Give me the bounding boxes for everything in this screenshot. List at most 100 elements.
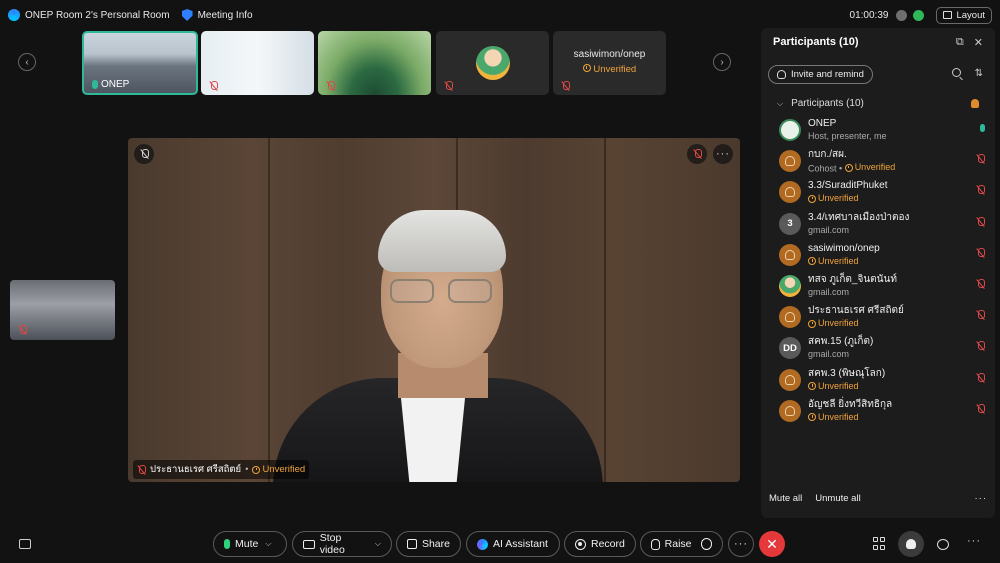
raise-label: Raise bbox=[664, 538, 692, 550]
group-label: Participants (10) bbox=[791, 98, 864, 109]
captions-icon[interactable] bbox=[19, 539, 31, 549]
room-title: ONEP Room 2's Personal Room bbox=[25, 9, 170, 21]
filmstrip-prev-button[interactable]: ‹ bbox=[18, 53, 36, 71]
participant-name: sasiwimon/onep bbox=[808, 242, 880, 254]
filmstrip-tile-onep[interactable]: ONEP bbox=[82, 31, 198, 95]
participant-row[interactable]: DD สคพ.15 (ภูเก็ต) gmail.com bbox=[779, 336, 989, 367]
title-bar: ONEP Room 2's Personal Room Meeting Info… bbox=[0, 0, 1000, 30]
record-button[interactable]: Record bbox=[564, 531, 636, 557]
participants-toggle-button[interactable] bbox=[898, 531, 924, 557]
chat-icon[interactable] bbox=[937, 539, 949, 550]
participant-avatar bbox=[779, 368, 801, 391]
participant-row[interactable]: ทสจ ภูเก็ต_จินตนันท์ gmail.com bbox=[779, 274, 989, 305]
mic-muted-icon[interactable] bbox=[976, 341, 985, 351]
participant-status: Unverified bbox=[808, 380, 885, 395]
tile-status: Unverified bbox=[553, 64, 666, 75]
participants-footer: Mute all Unmute all ··· bbox=[769, 493, 995, 504]
filmstrip-tile-sasiwimon[interactable]: sasiwimon/onep Unverified bbox=[553, 31, 666, 95]
network-status-icon[interactable] bbox=[896, 9, 908, 21]
speaker-name: ประธานธเรศ ศรีสถิตย์ bbox=[150, 464, 242, 475]
side-more-button[interactable]: ··· bbox=[967, 535, 981, 549]
more-options-button[interactable]: ··· bbox=[728, 531, 754, 557]
stop-video-label: Stop video bbox=[319, 532, 345, 556]
unmute-all-button[interactable]: Unmute all bbox=[815, 493, 860, 504]
close-icon[interactable]: ✕ bbox=[974, 36, 983, 49]
mic-muted-icon[interactable] bbox=[976, 216, 985, 227]
participant-avatar bbox=[779, 119, 801, 141]
group-muted-icon bbox=[971, 99, 979, 108]
unverified-icon bbox=[808, 319, 816, 328]
mute-all-button[interactable]: Mute all bbox=[769, 493, 802, 504]
ai-assistant-icon bbox=[477, 538, 488, 550]
ai-assistant-button[interactable]: AI Assistant bbox=[466, 531, 560, 557]
leave-meeting-button[interactable]: ✕ bbox=[759, 531, 785, 557]
mic-muted-icon[interactable] bbox=[976, 278, 985, 289]
mute-button[interactable]: Mute ⌵ bbox=[213, 531, 287, 557]
person-add-icon bbox=[777, 70, 786, 79]
participants-more-button[interactable]: ··· bbox=[975, 493, 988, 504]
speaker-name-tag: ประธานธเรศ ศรีสถิตย์ • Unverified bbox=[133, 460, 310, 479]
invite-and-remind-button[interactable]: Invite and remind bbox=[768, 65, 873, 84]
self-view[interactable] bbox=[10, 280, 115, 340]
participant-row[interactable]: 3 3.4/เทศบาลเมืองป่าตอง gmail.com bbox=[779, 212, 989, 243]
meeting-toolbar: Mute ⌵ Stop video ⌵ Share AI Assistant R… bbox=[0, 528, 1000, 560]
people-icon bbox=[906, 539, 916, 549]
sort-icon[interactable]: ⇅ bbox=[975, 68, 983, 79]
main-video-stage[interactable]: ··· ประธานธเรศ ศรีสถิตย์ • Unverified bbox=[128, 138, 740, 482]
popout-icon[interactable]: ⧉ bbox=[956, 36, 964, 49]
participant-avatar bbox=[779, 150, 801, 173]
mic-muted-icon[interactable] bbox=[976, 247, 985, 258]
participant-row[interactable]: สคพ.3 (พิษณุโลก) Unverified bbox=[779, 368, 989, 399]
share-button[interactable]: Share bbox=[396, 531, 461, 557]
camera-icon bbox=[303, 539, 315, 549]
participant-row[interactable]: ประธานธเรศ ศรีสถิตย์ Unverified bbox=[779, 305, 989, 336]
layout-label: Layout bbox=[956, 9, 985, 21]
participant-row[interactable]: อัญชลี ยิ่งทวีสิทธิกุล Unverified bbox=[779, 399, 989, 430]
stop-video-button[interactable]: Stop video ⌵ bbox=[292, 531, 392, 557]
mic-muted-icon[interactable] bbox=[976, 403, 985, 414]
filmstrip-next-button[interactable]: › bbox=[713, 53, 731, 71]
filmstrip-tile-avatar[interactable] bbox=[436, 31, 549, 95]
layout-button[interactable]: Layout bbox=[936, 6, 992, 24]
video-more-options-button[interactable]: ··· bbox=[713, 144, 733, 164]
raise-hand-button[interactable]: Raise bbox=[640, 531, 723, 557]
participant-status: Unverified bbox=[808, 317, 904, 332]
participant-row[interactable]: ONEP Host, presenter, me bbox=[779, 118, 989, 149]
apps-icon[interactable] bbox=[873, 537, 887, 551]
participants-list: ONEP Host, presenter, me กบก./สผ. Cohost… bbox=[779, 118, 989, 430]
filmstrip-tile-outdoor[interactable] bbox=[318, 31, 431, 95]
unverified-icon bbox=[808, 382, 816, 390]
participant-row[interactable]: กบก./สผ. Cohost • Unverified bbox=[779, 149, 989, 180]
participant-status: Unverified bbox=[808, 255, 880, 270]
security-status-icon[interactable] bbox=[913, 9, 925, 21]
mic-muted-icon[interactable] bbox=[976, 185, 985, 195]
filmstrip-tile-banner[interactable] bbox=[201, 31, 314, 95]
tile-name: ONEP bbox=[101, 79, 130, 90]
meeting-info-link[interactable]: Meeting Info bbox=[198, 10, 253, 21]
participants-group-header[interactable]: ⌵ Participants (10) bbox=[777, 98, 864, 109]
shield-icon[interactable] bbox=[181, 9, 193, 21]
participant-row[interactable]: sasiwimon/onep Unverified bbox=[779, 243, 989, 274]
tile-status-text: Unverified bbox=[593, 64, 637, 75]
mic-muted-icon bbox=[209, 81, 218, 91]
participant-avatar bbox=[475, 46, 510, 80]
chevron-down-icon[interactable]: ⌵ bbox=[375, 539, 381, 549]
mic-on-icon[interactable] bbox=[980, 124, 985, 132]
unverified-icon bbox=[252, 465, 261, 474]
webex-logo-icon bbox=[8, 9, 20, 21]
participant-name: 3.3/SuraditPhuket bbox=[808, 180, 888, 192]
mic-muted-icon[interactable] bbox=[976, 372, 985, 383]
chevron-down-icon[interactable]: ⌵ bbox=[265, 539, 271, 549]
participant-avatar: 3 bbox=[779, 212, 801, 235]
participant-name: อัญชลี ยิ่งทวีสิทธิกุล bbox=[808, 398, 893, 410]
participant-avatar bbox=[779, 274, 801, 297]
mic-muted-icon[interactable] bbox=[976, 310, 985, 320]
search-icon[interactable] bbox=[951, 68, 961, 77]
mute-label: Mute bbox=[235, 538, 259, 550]
participant-name: 3.4/เทศบาลเมืองป่าตอง bbox=[808, 211, 910, 223]
reactions-icon[interactable] bbox=[700, 538, 712, 550]
mic-muted-icon[interactable] bbox=[976, 154, 985, 164]
participant-name: สคพ.15 (ภูเก็ต) bbox=[808, 336, 874, 348]
participant-row[interactable]: 3.3/SuraditPhuket Unverified bbox=[779, 180, 989, 211]
record-label: Record bbox=[591, 538, 625, 550]
